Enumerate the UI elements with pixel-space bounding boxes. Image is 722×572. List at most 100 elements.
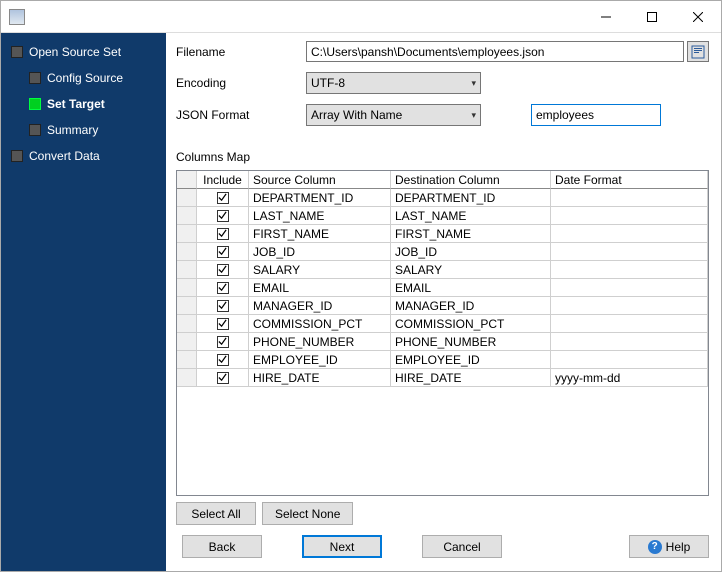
include-cell[interactable] xyxy=(197,225,249,243)
include-checkbox[interactable] xyxy=(217,228,229,240)
close-button[interactable] xyxy=(675,1,721,32)
include-checkbox[interactable] xyxy=(217,336,229,348)
col-header-source[interactable]: Source Column xyxy=(249,171,391,189)
date-format-cell[interactable] xyxy=(551,315,708,333)
source-column-cell[interactable]: FIRST_NAME xyxy=(249,225,391,243)
source-column-cell[interactable]: COMMISSION_PCT xyxy=(249,315,391,333)
include-cell[interactable] xyxy=(197,207,249,225)
include-checkbox[interactable] xyxy=(217,318,229,330)
destination-column-cell[interactable]: LAST_NAME xyxy=(391,207,551,225)
date-format-cell[interactable]: yyyy-mm-dd xyxy=(551,369,708,387)
row-header[interactable] xyxy=(177,369,197,387)
date-format-cell[interactable] xyxy=(551,225,708,243)
destination-column-cell[interactable]: DEPARTMENT_ID xyxy=(391,189,551,207)
include-checkbox[interactable] xyxy=(217,264,229,276)
include-cell[interactable] xyxy=(197,279,249,297)
row-header[interactable] xyxy=(177,207,197,225)
back-button[interactable]: Back xyxy=(182,535,262,558)
columns-map-grid[interactable]: Include Source Column Destination Column… xyxy=(176,170,709,496)
include-cell[interactable] xyxy=(197,297,249,315)
next-button[interactable]: Next xyxy=(302,535,382,558)
sidebar-item-config-source[interactable]: Config Source xyxy=(1,65,166,91)
sidebar-item-convert-data[interactable]: Convert Data xyxy=(1,143,166,169)
row-header[interactable] xyxy=(177,297,197,315)
source-column-cell[interactable]: DEPARTMENT_ID xyxy=(249,189,391,207)
destination-column-cell[interactable]: PHONE_NUMBER xyxy=(391,333,551,351)
table-row[interactable]: LAST_NAMELAST_NAME xyxy=(177,207,708,225)
table-row[interactable]: HIRE_DATEHIRE_DATEyyyy-mm-dd xyxy=(177,369,708,387)
destination-column-cell[interactable]: HIRE_DATE xyxy=(391,369,551,387)
include-checkbox[interactable] xyxy=(217,210,229,222)
include-checkbox[interactable] xyxy=(217,300,229,312)
source-column-cell[interactable]: JOB_ID xyxy=(249,243,391,261)
table-row[interactable]: PHONE_NUMBERPHONE_NUMBER xyxy=(177,333,708,351)
select-none-button[interactable]: Select None xyxy=(262,502,353,525)
sidebar-item-summary[interactable]: Summary xyxy=(1,117,166,143)
minimize-button[interactable] xyxy=(583,1,629,32)
browse-button[interactable] xyxy=(687,41,709,62)
destination-column-cell[interactable]: FIRST_NAME xyxy=(391,225,551,243)
source-column-cell[interactable]: HIRE_DATE xyxy=(249,369,391,387)
table-row[interactable]: FIRST_NAMEFIRST_NAME xyxy=(177,225,708,243)
include-cell[interactable] xyxy=(197,369,249,387)
table-row[interactable]: EMPLOYEE_IDEMPLOYEE_ID xyxy=(177,351,708,369)
include-cell[interactable] xyxy=(197,351,249,369)
destination-column-cell[interactable]: COMMISSION_PCT xyxy=(391,315,551,333)
include-checkbox[interactable] xyxy=(217,246,229,258)
source-column-cell[interactable]: LAST_NAME xyxy=(249,207,391,225)
destination-column-cell[interactable]: JOB_ID xyxy=(391,243,551,261)
date-format-cell[interactable] xyxy=(551,351,708,369)
include-cell[interactable] xyxy=(197,261,249,279)
date-format-cell[interactable] xyxy=(551,297,708,315)
select-all-button[interactable]: Select All xyxy=(176,502,256,525)
maximize-button[interactable] xyxy=(629,1,675,32)
row-header[interactable] xyxy=(177,315,197,333)
date-format-cell[interactable] xyxy=(551,189,708,207)
col-header-dest[interactable]: Destination Column xyxy=(391,171,551,189)
table-row[interactable]: DEPARTMENT_IDDEPARTMENT_ID xyxy=(177,189,708,207)
include-checkbox[interactable] xyxy=(217,372,229,384)
source-column-cell[interactable]: MANAGER_ID xyxy=(249,297,391,315)
row-header[interactable] xyxy=(177,279,197,297)
array-name-input[interactable] xyxy=(531,104,661,126)
destination-column-cell[interactable]: SALARY xyxy=(391,261,551,279)
col-header-include[interactable]: Include xyxy=(197,171,249,189)
sidebar-item-open-source-set[interactable]: Open Source Set xyxy=(1,39,166,65)
include-checkbox[interactable] xyxy=(217,282,229,294)
filename-input[interactable] xyxy=(306,41,684,62)
date-format-cell[interactable] xyxy=(551,243,708,261)
include-cell[interactable] xyxy=(197,243,249,261)
source-column-cell[interactable]: EMPLOYEE_ID xyxy=(249,351,391,369)
cancel-button[interactable]: Cancel xyxy=(422,535,502,558)
include-checkbox[interactable] xyxy=(217,192,229,204)
date-format-cell[interactable] xyxy=(551,279,708,297)
date-format-cell[interactable] xyxy=(551,207,708,225)
include-checkbox[interactable] xyxy=(217,354,229,366)
row-header[interactable] xyxy=(177,243,197,261)
encoding-select[interactable]: UTF-8 ▾ xyxy=(306,72,481,94)
row-header[interactable] xyxy=(177,225,197,243)
table-row[interactable]: MANAGER_IDMANAGER_ID xyxy=(177,297,708,315)
include-cell[interactable] xyxy=(197,333,249,351)
include-cell[interactable] xyxy=(197,189,249,207)
source-column-cell[interactable]: EMAIL xyxy=(249,279,391,297)
destination-column-cell[interactable]: EMPLOYEE_ID xyxy=(391,351,551,369)
col-header-format[interactable]: Date Format xyxy=(551,171,708,189)
table-row[interactable]: EMAILEMAIL xyxy=(177,279,708,297)
destination-column-cell[interactable]: MANAGER_ID xyxy=(391,297,551,315)
row-header[interactable] xyxy=(177,189,197,207)
source-column-cell[interactable]: PHONE_NUMBER xyxy=(249,333,391,351)
json-format-select[interactable]: Array With Name ▾ xyxy=(306,104,481,126)
help-button[interactable]: ? Help xyxy=(629,535,709,558)
source-column-cell[interactable]: SALARY xyxy=(249,261,391,279)
table-row[interactable]: COMMISSION_PCTCOMMISSION_PCT xyxy=(177,315,708,333)
sidebar-item-set-target[interactable]: Set Target xyxy=(1,91,166,117)
row-header[interactable] xyxy=(177,261,197,279)
row-header[interactable] xyxy=(177,333,197,351)
table-row[interactable]: JOB_IDJOB_ID xyxy=(177,243,708,261)
include-cell[interactable] xyxy=(197,315,249,333)
date-format-cell[interactable] xyxy=(551,333,708,351)
table-row[interactable]: SALARYSALARY xyxy=(177,261,708,279)
date-format-cell[interactable] xyxy=(551,261,708,279)
row-header[interactable] xyxy=(177,351,197,369)
